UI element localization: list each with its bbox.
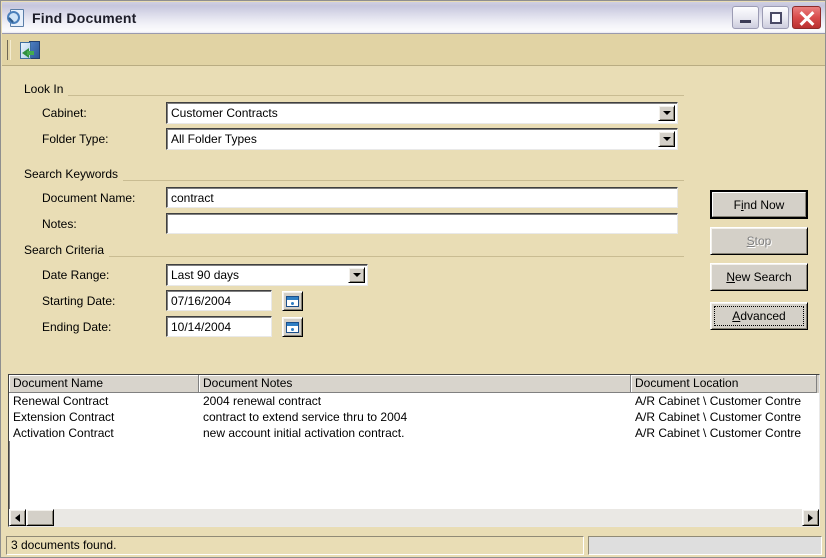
notes-input[interactable] <box>166 213 678 234</box>
calendar-icon <box>286 295 299 307</box>
new-search-button[interactable]: New Search <box>710 263 808 291</box>
toolbar-gripper[interactable] <box>7 39 11 60</box>
maximize-button[interactable] <box>762 6 789 29</box>
notes-label: Notes: <box>42 217 77 231</box>
starting-date-value: 07/16/2004 <box>171 293 232 308</box>
new-search-label-mnemonic: N <box>726 270 735 284</box>
table-row[interactable]: Activation Contract new account initial … <box>9 425 819 441</box>
find-document-window: Find Document Look In Cabinet: Customer … <box>0 0 826 558</box>
advanced-button[interactable]: Advanced <box>710 302 808 330</box>
form-client-area: Look In Cabinet: Customer Contracts Fold… <box>2 66 825 557</box>
cell-document-location: A/R Cabinet \ Customer Contre <box>635 426 802 440</box>
cell-document-name: Renewal Contract <box>13 394 109 408</box>
status-message: 3 documents found. <box>6 535 584 555</box>
date-range-combobox[interactable]: Last 90 days <box>166 264 368 286</box>
window-controls <box>732 6 821 29</box>
date-range-value: Last 90 days <box>171 268 240 282</box>
chevron-down-icon[interactable] <box>658 105 675 121</box>
results-body: Renewal Contract 2004 renewal contract A… <box>9 393 819 441</box>
folder-type-label: Folder Type: <box>42 132 109 146</box>
cell-document-name: Activation Contract <box>13 426 114 440</box>
find-now-label-post: nd Now <box>743 197 785 212</box>
results-horizontal-scrollbar[interactable] <box>9 509 819 526</box>
search-criteria-group-label: Search Criteria <box>24 243 110 257</box>
find-now-button[interactable]: Fi nd Now <box>710 190 808 219</box>
folder-type-combobox[interactable]: All Folder Types <box>166 128 678 150</box>
starting-date-input[interactable]: 07/16/2004 <box>166 290 272 311</box>
scroll-left-arrow-icon[interactable] <box>9 509 26 526</box>
cell-document-location: A/R Cabinet \ Customer Contre <box>635 410 802 424</box>
scroll-right-arrow-icon[interactable] <box>802 509 819 526</box>
table-row[interactable]: Renewal Contract 2004 renewal contract A… <box>9 393 819 409</box>
toolbar <box>2 34 825 66</box>
column-header-document-notes[interactable]: Document Notes <box>199 375 631 393</box>
date-range-label: Date Range: <box>42 268 110 282</box>
new-search-label-post: ew Search <box>734 270 792 284</box>
cell-document-notes: new account initial activation contract. <box>203 426 405 440</box>
calendar-icon <box>286 321 299 333</box>
cabinet-label: Cabinet: <box>42 106 87 120</box>
stop-label-post: top <box>754 234 772 248</box>
find-now-label-pre: F <box>733 197 741 212</box>
column-header-document-name[interactable]: Document Name <box>9 375 199 393</box>
chevron-down-icon[interactable] <box>658 131 675 147</box>
results-header-row: Document Name Document Notes Document Lo… <box>9 375 819 393</box>
search-keywords-group-label: Search Keywords <box>24 167 124 181</box>
document-name-value: contract <box>171 190 214 205</box>
close-button[interactable] <box>792 6 821 29</box>
search-criteria-group-rule <box>24 256 684 257</box>
ending-date-value: 10/14/2004 <box>171 319 232 334</box>
document-name-input[interactable]: contract <box>166 187 678 208</box>
scrollbar-track[interactable] <box>54 509 802 526</box>
retrieve-document-button[interactable] <box>17 38 41 62</box>
title-bar[interactable]: Find Document <box>2 2 825 34</box>
starting-date-label: Starting Date: <box>42 294 116 308</box>
document-name-label: Document Name: <box>42 191 136 205</box>
window-title: Find Document <box>32 9 137 26</box>
table-row[interactable]: Extension Contract contract to extend se… <box>9 409 819 425</box>
focus-indicator <box>714 306 804 326</box>
find-document-icon <box>7 8 26 27</box>
ending-date-picker-button[interactable] <box>282 317 303 337</box>
cell-document-notes: contract to extend service thru to 2004 <box>203 410 408 424</box>
results-listview[interactable]: Document Name Document Notes Document Lo… <box>8 374 820 527</box>
cell-document-name: Extension Contract <box>13 410 115 424</box>
starting-date-picker-button[interactable] <box>282 291 303 311</box>
cabinet-value: Customer Contracts <box>171 106 278 120</box>
status-auxiliary-panel <box>588 535 822 555</box>
folder-type-value: All Folder Types <box>171 132 257 146</box>
look-in-group-rule <box>24 95 684 96</box>
stop-button[interactable]: Stop <box>710 227 808 255</box>
status-bar: 3 documents found. <box>2 534 825 556</box>
cabinet-combobox[interactable]: Customer Contracts <box>166 102 678 124</box>
chevron-down-icon[interactable] <box>348 267 365 283</box>
minimize-button[interactable] <box>732 6 759 29</box>
cell-document-location: A/R Cabinet \ Customer Contre <box>635 394 802 408</box>
column-header-document-location[interactable]: Document Location <box>631 375 817 393</box>
scrollbar-thumb[interactable] <box>26 509 54 526</box>
stop-label-mnemonic: S <box>746 234 755 248</box>
open-document-retrieve-icon <box>19 40 40 59</box>
look-in-group-label: Look In <box>24 82 69 96</box>
cell-document-notes: 2004 renewal contract <box>203 394 322 408</box>
ending-date-label: Ending Date: <box>42 320 112 334</box>
ending-date-input[interactable]: 10/14/2004 <box>166 316 272 337</box>
